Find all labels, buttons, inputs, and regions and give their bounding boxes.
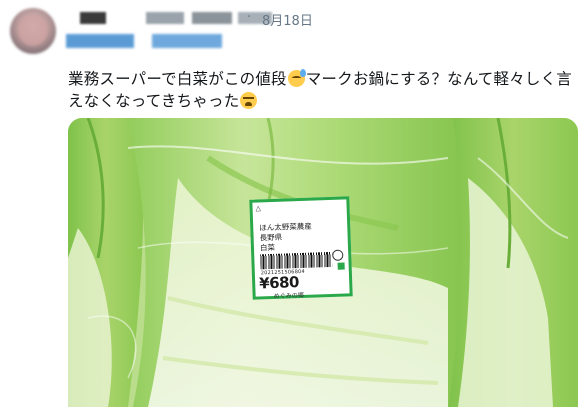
tweet-date[interactable]: 8月18日 [262, 10, 313, 29]
price-label: △ ほん太野菜農産 長野県 白菜 2021251506804 ¥680 めぐみの… [249, 196, 353, 300]
label-store: めぐみの郷 [273, 291, 304, 300]
author-handle-blurred [146, 12, 184, 24]
label-product: 白菜 [259, 242, 276, 253]
tweet-text-part1: 業務スーパーで白菜がこの値段 [68, 70, 287, 88]
recycle-icon [332, 249, 344, 261]
tweet-text: 業務スーパーで白菜がこの値段 マークお鍋にする？なんて軽々しく言えなくなってきちゃ… [68, 68, 578, 112]
green-marker-icon [337, 262, 345, 270]
hashtag-blurred-2[interactable] [152, 34, 222, 48]
anxious-face-with-sweat-icon [287, 69, 306, 87]
author-name-row[interactable] [66, 8, 566, 28]
avatar[interactable] [10, 8, 56, 54]
tired-face-icon [240, 92, 258, 109]
author-name-blurred[interactable] [80, 12, 106, 24]
tweet-card[interactable]: · 8月18日 業務スーパーで白菜がこの値段 マークお鍋にする？なんて軽々しく言え… [0, 0, 588, 407]
author-handle-blurred-2 [192, 12, 232, 24]
label-marker: △ [255, 204, 262, 213]
date-separator: · [247, 10, 252, 25]
hashtag-row [66, 32, 366, 50]
barcode [260, 251, 333, 270]
hashtag-blurred-1[interactable] [66, 34, 134, 48]
